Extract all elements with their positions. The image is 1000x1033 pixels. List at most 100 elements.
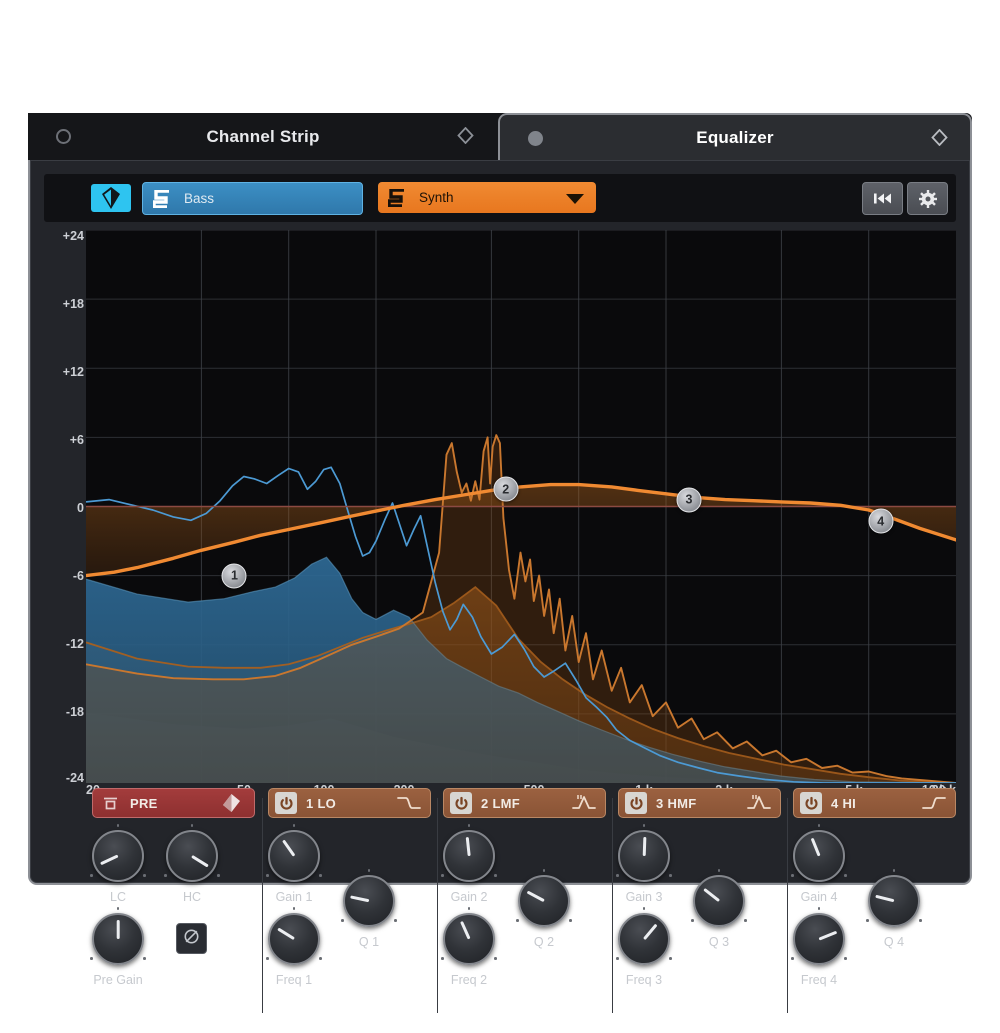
s-logo-icon <box>387 187 405 208</box>
band-handle-4[interactable]: 4 <box>868 508 894 534</box>
plugin-toolbar: Bass Synth <box>44 174 956 222</box>
knob-tick <box>817 824 821 827</box>
band-section-band4: 4 HI Gain 4 Freq 4 Q 4 <box>787 788 956 1033</box>
knob-tick <box>467 824 471 827</box>
power-icon[interactable] <box>450 792 472 814</box>
power-icon[interactable] <box>625 792 647 814</box>
band-button-pre[interactable]: PRE <box>92 788 255 818</box>
gain-1-knob-label: Gain 1 <box>275 890 313 904</box>
hc-knob-label: HC <box>182 890 202 904</box>
pre-gain-knob[interactable] <box>90 907 146 965</box>
gain-4-knob[interactable] <box>791 824 847 882</box>
knob-tick <box>494 957 497 960</box>
gain-4-knob-label: Gain 4 <box>800 890 838 904</box>
settings-button[interactable] <box>907 182 948 215</box>
knob-tick <box>341 919 344 922</box>
knob-tick <box>642 824 646 827</box>
q-4-knob-label: Q 4 <box>883 935 905 949</box>
hc-knob[interactable] <box>164 824 220 882</box>
gain-3-knob-label: Gain 3 <box>625 890 663 904</box>
band-button-label: 1 LO <box>306 795 337 811</box>
q-2-knob[interactable] <box>516 869 572 927</box>
preset-slot-synth[interactable]: Synth <box>378 182 596 213</box>
knob-tick <box>642 907 646 910</box>
phase-invert-button[interactable] <box>176 923 207 954</box>
freq-4-knob[interactable] <box>791 907 847 965</box>
band-button-band1[interactable]: 1 LO <box>268 788 431 818</box>
knob-tick <box>319 874 322 877</box>
equalizer-plugin-window: Channel Strip Equalizer Bass Synth +24 +… <box>28 113 972 1013</box>
knob-tick <box>90 874 93 877</box>
band-handle-3[interactable]: 3 <box>676 487 702 513</box>
y-tick-label: +12 <box>62 365 84 379</box>
plugin-body: Bass Synth +24 +18 +12 +6 0 -6 -12 -18 -… <box>28 160 972 1013</box>
preset-slot-bass[interactable]: Bass <box>142 182 363 215</box>
knob-dial <box>343 875 395 927</box>
high-shelf-icon[interactable] <box>922 793 946 815</box>
section-divider <box>612 798 613 1013</box>
gain-3-knob[interactable] <box>616 824 672 882</box>
diamond-icon[interactable] <box>931 129 948 146</box>
knob-tick <box>394 919 397 922</box>
knob-tick <box>744 919 747 922</box>
rewind-icon <box>874 193 891 204</box>
band-button-band2[interactable]: 2 LMF <box>443 788 606 818</box>
knob-tick <box>669 874 672 877</box>
freq-3-knob[interactable] <box>616 907 672 965</box>
tab-equalizer[interactable]: Equalizer <box>498 113 972 160</box>
knob-tick <box>791 957 794 960</box>
q-1-knob[interactable] <box>341 869 397 927</box>
pre-gain-knob-label: Pre Gain <box>93 973 143 987</box>
knob-tick <box>494 874 497 877</box>
knob-dial <box>793 830 845 882</box>
rewind-button[interactable] <box>862 182 903 215</box>
band-button-label: 2 LMF <box>481 795 521 811</box>
gear-icon <box>918 189 937 208</box>
y-tick-label: 0 <box>77 501 84 515</box>
freq-2-knob[interactable] <box>441 907 497 965</box>
band-handle-1[interactable]: 1 <box>221 563 247 589</box>
knob-dial <box>443 913 495 965</box>
knob-tick <box>266 874 269 877</box>
low-shelf-icon[interactable] <box>397 793 421 815</box>
knob-tick <box>441 957 444 960</box>
q-4-knob[interactable] <box>866 869 922 927</box>
knob-tick <box>542 869 546 872</box>
knob-tick <box>292 907 296 910</box>
diamond-icon[interactable] <box>221 793 245 815</box>
knob-tick <box>90 957 93 960</box>
gain-2-knob[interactable] <box>441 824 497 882</box>
band-section-pre: PRE LC HC Pre Gain <box>44 788 262 1033</box>
tab-channel-strip[interactable]: Channel Strip <box>28 113 498 160</box>
band-button-band3[interactable]: 3 HMF <box>618 788 781 818</box>
studio-one-logo-icon[interactable] <box>91 184 131 212</box>
chevron-down-icon[interactable] <box>566 194 584 204</box>
diamond-icon[interactable] <box>457 127 474 144</box>
section-divider <box>262 798 263 1013</box>
power-icon[interactable] <box>800 792 822 814</box>
freq-1-knob[interactable] <box>266 907 322 965</box>
tab-equalizer-label: Equalizer <box>696 127 774 147</box>
q-3-knob[interactable] <box>691 869 747 927</box>
y-tick-label: +6 <box>69 433 84 447</box>
knob-tick <box>292 824 296 827</box>
band-section-band1: 1 LO Gain 1 Freq 1 Q 1 <box>262 788 437 1033</box>
power-icon[interactable] <box>275 792 297 814</box>
bell-filter-icon[interactable] <box>747 793 771 815</box>
band-button-band4[interactable]: 4 HI <box>793 788 956 818</box>
gain-1-knob[interactable] <box>266 824 322 882</box>
band-button-label: 3 HMF <box>656 795 697 811</box>
lc-knob[interactable] <box>90 824 146 882</box>
band-handle-2[interactable]: 2 <box>493 476 519 502</box>
band-section-band3: 3 HMF Gain 3 Freq 3 Q 3 <box>612 788 787 1033</box>
knob-tick <box>217 874 220 877</box>
eq-plot-area[interactable] <box>86 230 956 783</box>
plugin-tab-bar: Channel Strip Equalizer <box>28 113 972 160</box>
y-axis: +24 +18 +12 +6 0 -6 -12 -18 -24 <box>44 229 86 785</box>
highpass-filter-icon[interactable] <box>99 792 121 814</box>
y-tick-label: -18 <box>65 705 84 719</box>
q-2-knob-label: Q 2 <box>533 935 555 949</box>
preset-slot-bass-label: Bass <box>184 191 215 206</box>
bell-filter-icon[interactable] <box>572 793 596 815</box>
freq-2-knob-label: Freq 2 <box>450 973 488 987</box>
